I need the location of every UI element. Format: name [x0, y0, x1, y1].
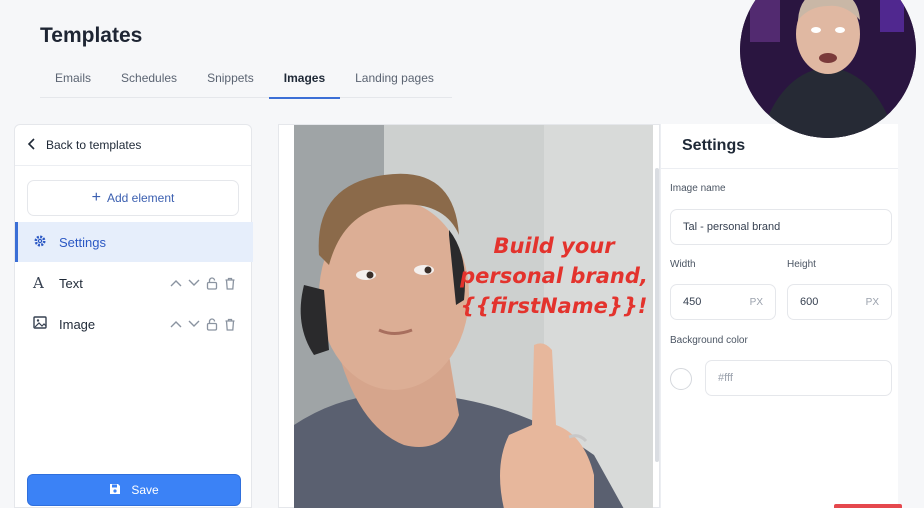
plus-icon: + — [91, 189, 101, 206]
save-label: Save — [131, 483, 159, 497]
back-to-templates-link[interactable]: Back to templates — [15, 125, 251, 166]
presenter-webcam — [740, 0, 916, 138]
element-row-image[interactable]: Image — [15, 304, 253, 344]
gear-icon — [33, 234, 47, 251]
page-title: Templates — [40, 24, 143, 47]
add-element-button[interactable]: + Add element — [27, 180, 239, 216]
text-icon: A — [33, 274, 44, 292]
width-value: 450 — [683, 296, 702, 308]
image-canvas[interactable]: Build your personal brand, {{firstName}}… — [278, 124, 660, 508]
unlock-icon[interactable] — [205, 276, 219, 290]
elements-panel: Back to templates + Add element Settings… — [14, 124, 253, 508]
template-photo[interactable]: Build your personal brand, {{firstName}}… — [294, 125, 653, 508]
recording-indicator — [834, 504, 902, 508]
tab-images[interactable]: Images — [268, 62, 341, 99]
tab-schedules[interactable]: Schedules — [106, 62, 192, 98]
background-color-field[interactable]: #fff — [705, 360, 892, 396]
add-element-label: Add element — [106, 191, 175, 205]
chevron-up-icon[interactable] — [169, 276, 183, 290]
height-field[interactable]: 600 PX — [787, 284, 892, 320]
element-label: Image — [59, 316, 96, 332]
unit-label: PX — [749, 296, 763, 308]
tab-snippets[interactable]: Snippets — [192, 62, 269, 98]
chevron-up-icon[interactable] — [169, 317, 183, 331]
divider — [661, 168, 898, 169]
image-name-field[interactable]: Tal - personal brand — [670, 209, 892, 245]
overlay-line: personal brand, — [460, 264, 648, 288]
overlay-text: Build your personal brand, {{firstName}}… — [459, 231, 649, 321]
color-swatch[interactable] — [670, 368, 692, 390]
chevron-down-icon[interactable] — [187, 276, 201, 290]
height-label: Height — [787, 259, 816, 270]
template-tabs: Emails Schedules Snippets Images Landing… — [40, 62, 452, 99]
trash-icon[interactable] — [223, 317, 237, 331]
webcam-overlay — [740, 0, 916, 138]
back-label: Back to templates — [46, 138, 142, 152]
tab-emails[interactable]: Emails — [40, 62, 106, 98]
trash-icon[interactable] — [223, 276, 237, 290]
image-name-value: Tal - personal brand — [683, 221, 781, 233]
background-color-placeholder: #fff — [718, 372, 733, 384]
width-field[interactable]: 450 PX — [670, 284, 776, 320]
element-label: Settings — [59, 234, 106, 250]
chevron-down-icon[interactable] — [187, 317, 201, 331]
unit-label: PX — [865, 296, 879, 308]
settings-title: Settings — [682, 137, 746, 154]
background-color-label: Background color — [670, 335, 748, 346]
settings-panel: Settings Image name Tal - personal brand… — [660, 124, 898, 508]
overlay-line: {{firstName}}! — [460, 294, 648, 318]
element-row-settings[interactable]: Settings — [15, 222, 253, 262]
floppy-disk-icon — [109, 483, 121, 498]
element-row-text[interactable]: A Text — [15, 263, 253, 303]
element-label: Text — [59, 275, 83, 291]
unlock-icon[interactable] — [205, 317, 219, 331]
chevron-left-icon — [27, 137, 37, 153]
tab-landing-pages[interactable]: Landing pages — [340, 62, 449, 98]
height-value: 600 — [800, 296, 819, 308]
save-button[interactable]: Save — [27, 474, 241, 506]
overlay-line: Build your — [493, 234, 615, 258]
image-icon — [33, 316, 47, 332]
width-label: Width — [670, 259, 696, 270]
image-name-label: Image name — [670, 183, 726, 194]
canvas-scrollbar[interactable] — [655, 168, 659, 462]
